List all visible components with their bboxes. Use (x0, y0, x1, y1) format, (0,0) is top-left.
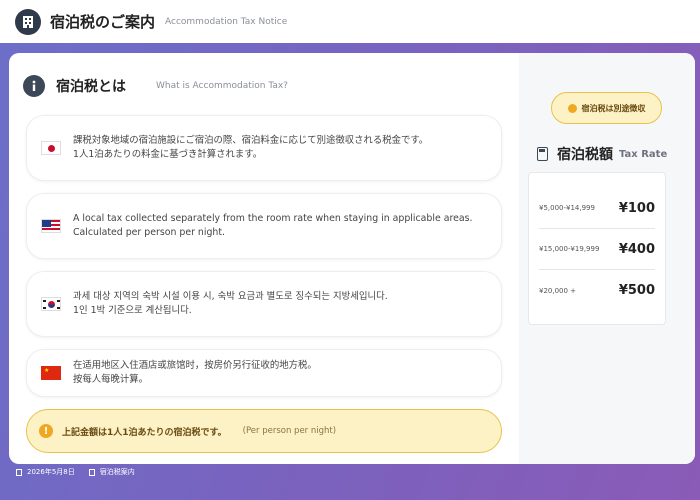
info-icon (23, 75, 45, 97)
rate-header: 宿泊税額 Tax Rate (537, 144, 667, 164)
calculator-icon (537, 147, 548, 161)
info-text: 課税対象地域の宿泊施設にご宿泊の際、宿泊料金に応じて別途徴収される税金です。 1… (73, 134, 501, 162)
korea-flag-icon (41, 297, 61, 311)
info-item-japanese: 課税対象地域の宿泊施設にご宿泊の際、宿泊料金に応じて別途徴収される税金です。 1… (26, 115, 502, 181)
rate-row: ¥20,000 + ¥500 (539, 270, 655, 311)
rate-range: ¥20,000 + (539, 286, 577, 295)
info-line: 1人1泊あたりの料金に基づき計算されます。 (73, 149, 263, 160)
info-line: A local tax collected separately from th… (73, 213, 473, 224)
section-header: 宿泊税とは What is Accommodation Tax? (23, 75, 288, 97)
info-icon-svg (32, 80, 36, 91)
info-line: Calculated per person per night. (73, 227, 226, 238)
info-line: 1인 1박 기준으로 계산됩니다. (73, 305, 192, 316)
building-icon (15, 8, 41, 35)
rate-row: ¥5,000-¥14,999 ¥100 (539, 188, 655, 229)
main-card: 宿泊税とは What is Accommodation Tax? 課税対象地域の… (9, 53, 695, 464)
rate-range: ¥5,000-¥14,999 (539, 204, 595, 212)
usa-flag-icon (41, 219, 61, 233)
info-text: 과세 대상 지역의 숙박 시설 이용 시, 숙박 요금과 별도로 징수되는 지방… (73, 290, 501, 318)
coin-icon (567, 103, 577, 113)
section-title: 宿泊税とは (56, 79, 126, 95)
calendar-icon (16, 468, 22, 476)
rate-subtitle: Tax Rate (619, 148, 668, 160)
rate-row: ¥15,000-¥19,999 ¥400 (539, 229, 655, 270)
info-line: 과세 대상 지역의 숙박 시설 이용 시, 숙박 요금과 별도로 징수되는 지방… (73, 291, 388, 302)
rate-range: ¥15,000-¥19,999 (539, 245, 600, 253)
notice-text: 上記金額は1人1泊あたりの宿泊税です。 (62, 427, 227, 438)
rate-amount: ¥400 (618, 241, 655, 257)
rate-amount: ¥100 (618, 200, 655, 216)
exclamation-icon: ! (39, 424, 53, 438)
building-icon-svg (23, 15, 33, 28)
page-title: 宿泊税のご案内 (50, 13, 156, 31)
rate-table: ¥5,000-¥14,999 ¥100 ¥15,000-¥19,999 ¥400… (528, 172, 666, 325)
china-flag-icon: ★ (41, 366, 61, 380)
header-bar: 宿泊税のご案内 Accommodation Tax Notice (0, 0, 700, 43)
badge-text: 宿泊税は別途徴収 (581, 103, 646, 113)
per-person-notice: ! 上記金額は1人1泊あたりの宿泊税です。 (Per person per ni… (26, 409, 502, 453)
japan-flag-icon (41, 141, 61, 155)
rate-title: 宿泊税額 (557, 147, 613, 163)
footer-bar: 2026年5月8日 宿泊税案内 (16, 467, 135, 477)
info-text: 在适用地区入住酒店或旅馆时，按房价另行征收的地方税。 按每人每晚计算。 (73, 359, 501, 387)
footer-date: 2026年5月8日 (27, 468, 75, 476)
rate-amount: ¥500 (618, 283, 655, 298)
separate-collection-badge: 宿泊税は別途徴収 (551, 92, 662, 124)
document-icon (88, 468, 95, 476)
rate-panel: 宿泊税は別途徴収 宿泊税額 Tax Rate ¥5,000-¥14,999 ¥1… (519, 53, 695, 464)
info-line: 課税対象地域の宿泊施設にご宿泊の際、宿泊料金に応じて別途徴収される税金です。 (73, 135, 429, 146)
section-subtitle: What is Accommodation Tax? (156, 81, 288, 91)
info-line: 在适用地区入住酒店或旅馆时，按房价另行征收的地方税。 (73, 360, 317, 371)
footer-doc: 宿泊税案内 (99, 468, 135, 476)
page-subtitle: Accommodation Tax Notice (165, 16, 288, 27)
info-item-korean: 과세 대상 지역의 숙박 시설 이용 시, 숙박 요금과 별도로 징수되는 지방… (26, 271, 502, 337)
info-item-chinese: ★ 在适用地区入住酒店或旅馆时，按房价另行征收的地方税。 按每人每晚计算。 (26, 349, 502, 397)
info-text: A local tax collected separately from th… (73, 212, 501, 240)
notice-subtext: (Per person per night) (242, 426, 337, 436)
info-item-english: A local tax collected separately from th… (26, 193, 502, 259)
info-line: 按每人每晚计算。 (73, 374, 149, 385)
